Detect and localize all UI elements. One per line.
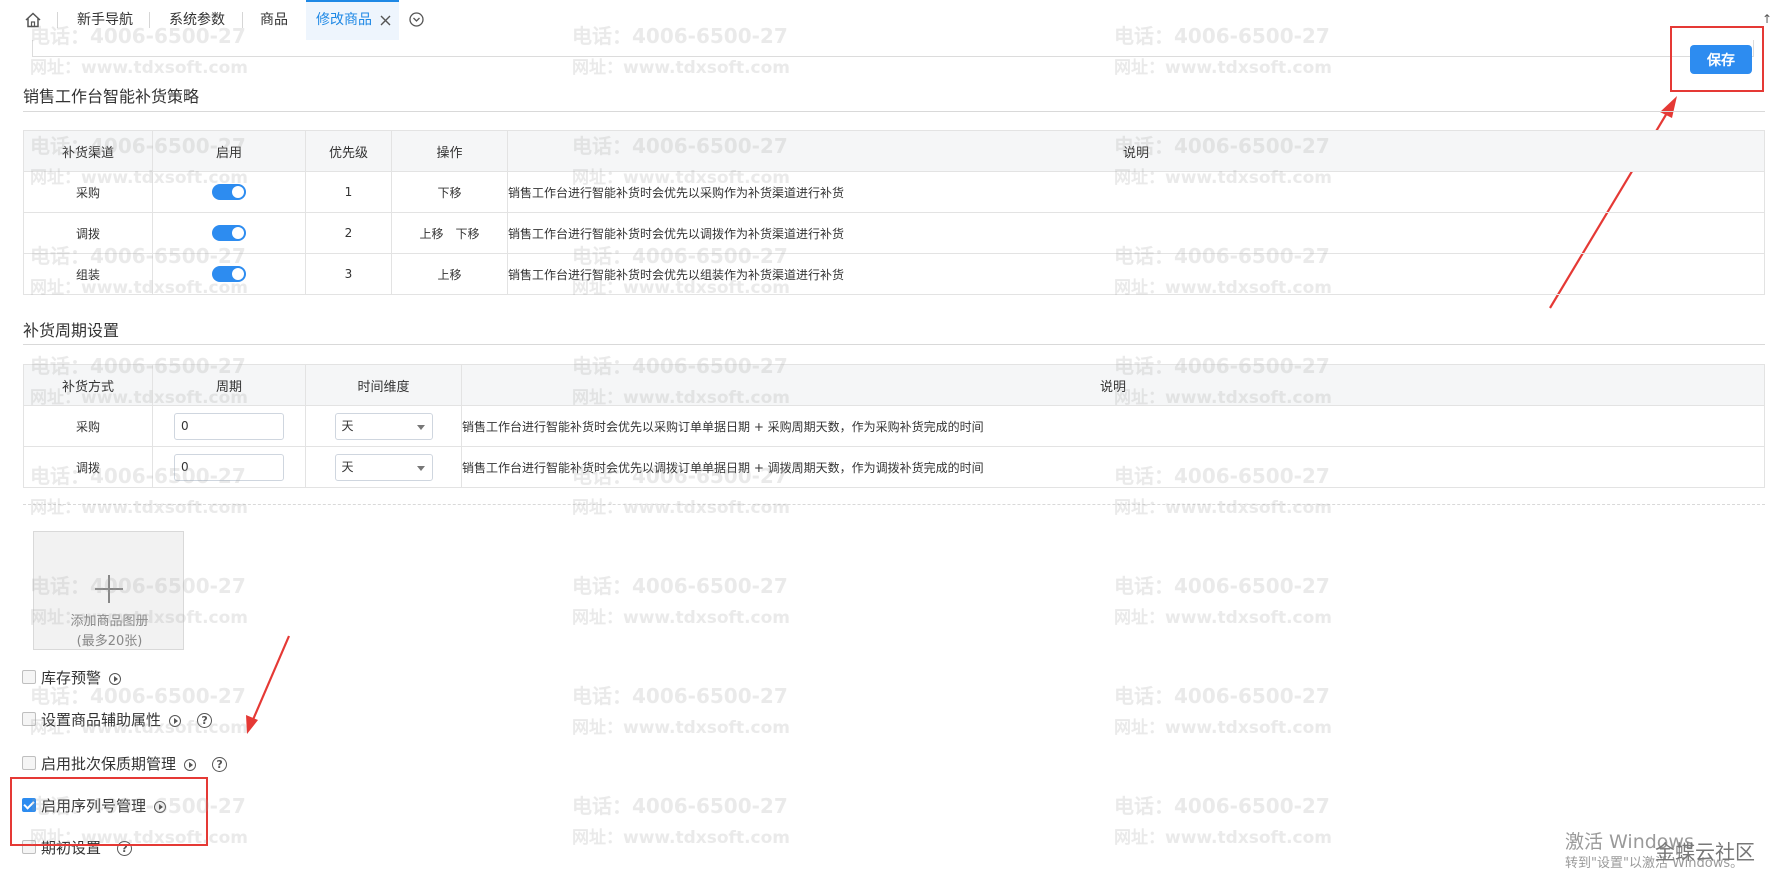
annotation-arrowhead-serial [246,715,258,734]
cell-enabled [152,253,306,295]
help-icon[interactable]: ? [197,713,213,728]
cell-description: 销售工作台进行智能补货时会优先以组装作为补货渠道进行补货 [507,253,1765,295]
header-enabled: 启用 [152,130,306,172]
move-up-link[interactable]: 上移 [419,227,443,241]
option-aux-attributes[interactable]: 设置商品辅助属性? [22,710,213,730]
cell-method: 调拨 [23,446,153,488]
table-row: 采购 1 下移 销售工作台进行智能补货时会优先以采购作为补货渠道进行补货 [23,171,1765,213]
aux-attributes-checkbox[interactable] [22,711,36,726]
header-actions: 操作 [391,130,508,172]
section-title-replenish-cycle: 补货周期设置 [23,321,120,340]
cell-description: 销售工作台进行智能补货时会优先以调拨作为补货渠道进行补货 [507,212,1765,254]
plus-icon [108,575,110,603]
period-input-purchase[interactable] [174,412,284,440]
cell-channel: 采购 [23,171,153,213]
table-row: 采购 天 销售工作台进行智能补货时会优先以采购订单单据日期 + 采购周期天数，作… [23,405,1765,447]
period-input-transfer[interactable] [174,453,284,481]
select-value: 天 [341,418,354,433]
play-icon[interactable] [184,758,197,771]
cell-time-unit: 天 [305,446,462,488]
cell-time-unit: 天 [305,405,462,447]
add-album-label: 添加商品图册 [70,614,149,629]
enable-toggle-transfer[interactable] [212,225,246,241]
cell-channel: 调拨 [23,212,153,254]
header-channel: 补货渠道 [23,130,153,172]
annotation-box-serial-number [10,777,208,846]
cell-actions: 下移 [391,171,508,213]
cell-actions: 上移 下移 [391,212,508,254]
dashed-divider [23,504,1765,506]
header-description: 说明 [507,130,1765,172]
cell-priority: 2 [305,212,392,254]
table-row: 调拨 天 销售工作台进行智能补货时会优先以调拨订单单据日期 + 调拨周期天数，作… [23,446,1765,488]
cell-method: 采购 [23,405,153,447]
header-priority: 优先级 [305,130,392,172]
cell-description: 销售工作台进行智能补货时会优先以采购作为补货渠道进行补货 [507,171,1765,213]
header-description: 说明 [461,364,1765,406]
play-icon[interactable] [169,714,182,727]
section-title-replenish-strategy: 销售工作台智能补货策略 [23,87,200,106]
cell-priority: 1 [305,171,392,213]
cell-enabled [152,171,306,213]
annotation-arrowhead-save [1660,96,1677,118]
enable-toggle-assembly[interactable] [212,266,246,282]
cell-period [152,405,306,447]
caret-down-icon [416,465,425,471]
option-batch-shelf-life[interactable]: 启用批次保质期管理? [22,754,228,774]
section-divider [23,111,1765,112]
header-method: 补货方式 [23,364,153,406]
section-divider [23,344,1765,345]
annotation-arrow-serial [250,635,291,723]
table-header-row: 补货方式 周期 时间维度 说明 [23,364,1765,406]
album-limit-label: (最多20张) [76,634,143,649]
cell-channel: 组装 [23,253,153,295]
option-label: 库存预警 [41,669,102,687]
cell-description: 销售工作台进行智能补货时会优先以采购订单单据日期 + 采购周期天数，作为采购补货… [461,405,1765,447]
option-label: 设置商品辅助属性 [41,711,162,729]
cell-period [152,446,306,488]
cell-description: 销售工作台进行智能补货时会优先以调拨订单单据日期 + 调拨周期天数，作为调拨补货… [461,446,1765,488]
header-time-unit: 时间维度 [305,364,462,406]
move-down-link[interactable]: 下移 [437,186,461,200]
option-stock-warning[interactable]: 库存预警 [22,668,122,688]
batch-shelf-life-checkbox[interactable] [22,755,36,770]
move-down-link[interactable]: 下移 [456,227,480,241]
replenish-strategy-table: 补货渠道 启用 优先级 操作 说明 采购 1 下移 销售工作台进行智能补货时会优… [23,130,1765,295]
community-watermark: 金蝶云社区 [1655,840,1755,864]
option-label: 启用批次保质期管理 [41,755,177,773]
stock-warning-checkbox[interactable] [22,669,36,684]
cell-actions: 上移 [391,253,508,295]
caret-down-icon [416,424,425,430]
move-up-link[interactable]: 上移 [437,268,461,282]
add-album-button[interactable]: 添加商品图册 (最多20张) [33,531,184,650]
table-row: 组装 3 上移 销售工作台进行智能补货时会优先以组装作为补货渠道进行补货 [23,253,1765,295]
help-icon[interactable]: ? [212,757,228,772]
table-header-row: 补货渠道 启用 优先级 操作 说明 [23,130,1765,172]
table-row: 调拨 2 上移 下移 销售工作台进行智能补货时会优先以调拨作为补货渠道进行补货 [23,212,1765,254]
play-icon[interactable] [109,672,122,685]
cell-enabled [152,212,306,254]
enable-toggle-purchase[interactable] [212,184,246,200]
replenish-cycle-table: 补货方式 周期 时间维度 说明 采购 天 销售工作台进行智能补货时会优先以采购订… [23,364,1765,488]
cell-priority: 3 [305,253,392,295]
time-unit-select-transfer[interactable]: 天 [334,453,433,481]
header-period: 周期 [152,364,306,406]
select-value: 天 [341,459,354,474]
time-unit-select-purchase[interactable]: 天 [334,412,433,440]
